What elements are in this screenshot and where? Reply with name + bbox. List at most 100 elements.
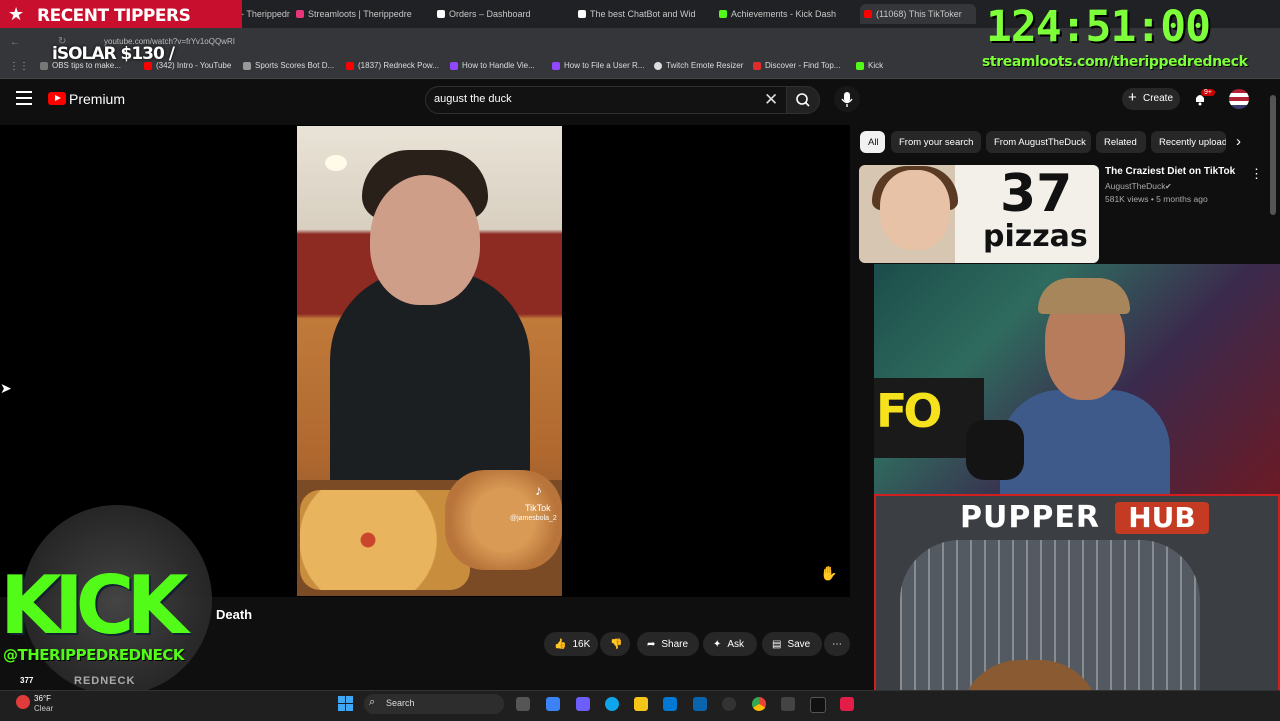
windows-start-icon[interactable] (338, 696, 353, 711)
outlook-icon[interactable] (693, 697, 707, 711)
recommended-channel[interactable]: AugustTheDuck (1105, 181, 1165, 191)
search-icon (796, 93, 810, 107)
like-button[interactable]: 👍 16K (544, 632, 598, 656)
mouse-cursor-icon: ➤ (0, 380, 12, 396)
kick-sub-label: REDNECK (74, 675, 136, 687)
chevron-right-icon[interactable]: › (1236, 133, 1241, 150)
star-icon: ★ (8, 4, 25, 24)
apps-icon[interactable]: ⋮⋮ (9, 61, 29, 72)
dislike-button[interactable]: 👎 (600, 632, 630, 656)
bookmark-item[interactable]: Twitch Emote Resizer (654, 61, 743, 70)
save-button[interactable]: ▤ Save (762, 632, 822, 656)
hub-label: HUB (1115, 502, 1209, 534)
bookmark-label: Sports Scores Bot D... (255, 61, 335, 70)
voice-search-button[interactable] (834, 86, 860, 112)
tiktok-label: TikTok (525, 503, 551, 513)
chip-from-your-search[interactable]: From your search (891, 131, 981, 153)
bookmark-item[interactable]: Kick (856, 61, 883, 70)
search-icon: ⌕ (369, 696, 376, 708)
recommended-title[interactable]: The Craziest Diet on TikTok (1105, 166, 1235, 177)
file-explorer-icon[interactable] (634, 697, 648, 711)
browser-tab[interactable]: Orders – Dashboard (437, 4, 567, 24)
tab-favicon (864, 10, 872, 18)
chip-all[interactable]: All (860, 131, 885, 153)
tab-label: Achievements - Kick Dash (731, 9, 837, 19)
microphone-icon (841, 92, 853, 107)
video-title: Death (216, 607, 253, 622)
weather-icon[interactable] (16, 695, 30, 709)
task-view-icon[interactable] (516, 697, 530, 711)
copilot-icon[interactable] (546, 697, 560, 711)
bookmark-icon (654, 61, 662, 70)
ceiling-light (325, 155, 347, 171)
bookmark-icon (243, 61, 251, 70)
streamer-app-icon[interactable] (840, 697, 854, 711)
save-label: Save (787, 638, 811, 650)
microphone-icon (966, 420, 1024, 480)
chip-recently-uploaded[interactable]: Recently uploaded (1151, 131, 1226, 153)
tab-label: Orders – Dashboard (449, 9, 531, 19)
hamburger-menu-icon[interactable] (16, 91, 32, 105)
chip-from-channel[interactable]: From AugustTheDuck (986, 131, 1091, 153)
scrollbar[interactable] (1270, 95, 1276, 215)
teams-icon[interactable] (576, 697, 590, 711)
account-avatar[interactable] (1229, 89, 1249, 109)
chrome-icon[interactable] (752, 697, 766, 711)
bookmark-label: Discover - Find Top... (765, 61, 841, 70)
ask-button[interactable]: ✦ Ask (703, 632, 757, 656)
thumbs-up-icon: 👍 (554, 638, 567, 650)
weather-condition[interactable]: Clear (34, 704, 53, 713)
bookmark-item[interactable]: Sports Scores Bot D... (243, 61, 334, 70)
bookmark-item[interactable]: (1837) Redneck Pow... (346, 61, 439, 70)
plus-icon: + (1128, 89, 1137, 106)
notification-badge: 9+ (1201, 89, 1215, 96)
bookmark-label: How to File a User R... (564, 61, 645, 70)
bookmark-label: Kick (868, 61, 884, 70)
edge-icon[interactable] (605, 697, 619, 711)
obs-icon[interactable] (722, 697, 736, 711)
tab-label: Streamloots | Therippedre (308, 9, 412, 19)
bookmark-icon (346, 61, 354, 70)
kick-logo: KICK (0, 559, 188, 652)
youtube-premium-label[interactable]: Premium (69, 91, 125, 107)
search-query[interactable]: august the duck (434, 93, 512, 105)
sparkle-icon: ✦ (713, 638, 722, 650)
bookmark-item[interactable]: How to Handle Vie... (450, 61, 535, 70)
bookmark-icon (40, 61, 48, 70)
more-vert-icon[interactable]: ⋮ (1250, 166, 1263, 182)
taskbar-search[interactable] (364, 694, 504, 714)
weather-temp[interactable]: 36°F (34, 694, 51, 703)
chip-related[interactable]: Related (1096, 131, 1146, 153)
browser-tab-active[interactable]: (11068) This TikToker (860, 4, 976, 24)
thumbnail-person-face (880, 170, 950, 250)
clear-search-icon[interactable]: ✕ (764, 90, 778, 110)
tiktok-icon: ♪ (535, 482, 542, 498)
raised-hand-icon: ✋ (820, 565, 838, 581)
tab-favicon (719, 10, 727, 18)
bookmark-item[interactable]: Discover - Find Top... (753, 61, 840, 70)
youtube-logo-icon[interactable] (48, 92, 66, 105)
share-label: Share (661, 638, 689, 650)
like-count: 16K (572, 638, 591, 650)
cam-sign-text: FO (876, 384, 943, 438)
browser-tab[interactable]: Streamloots | Therippedre (296, 4, 428, 24)
streamloots-url: streamloots.com/therippedredneck (982, 54, 1248, 70)
bookmark-icon (753, 61, 761, 70)
search-button[interactable] (786, 86, 820, 114)
bookmark-item[interactable]: How to File a User R... (552, 61, 644, 70)
browser-tab[interactable]: Achievements - Kick Dash (719, 4, 849, 24)
kick-handle: @THERIPPEDREDNECK (3, 646, 185, 664)
terminal-icon[interactable] (810, 697, 826, 713)
store-icon[interactable] (663, 697, 677, 711)
view-count: 377 (20, 676, 34, 685)
app-icon[interactable] (781, 697, 795, 711)
back-icon[interactable]: ← (10, 37, 20, 48)
more-actions-button[interactable]: ⋯ (824, 632, 850, 656)
taskbar-search-label[interactable]: Search (386, 698, 415, 708)
tab-favicon (578, 10, 586, 18)
cam-person-body (1000, 390, 1170, 494)
browser-tab[interactable]: The best ChatBot and Wid (578, 4, 708, 24)
share-button[interactable]: ➦ Share (637, 632, 699, 656)
recommended-meta: 581K views • 5 months ago (1105, 194, 1208, 204)
more-icon: ⋯ (832, 638, 842, 650)
